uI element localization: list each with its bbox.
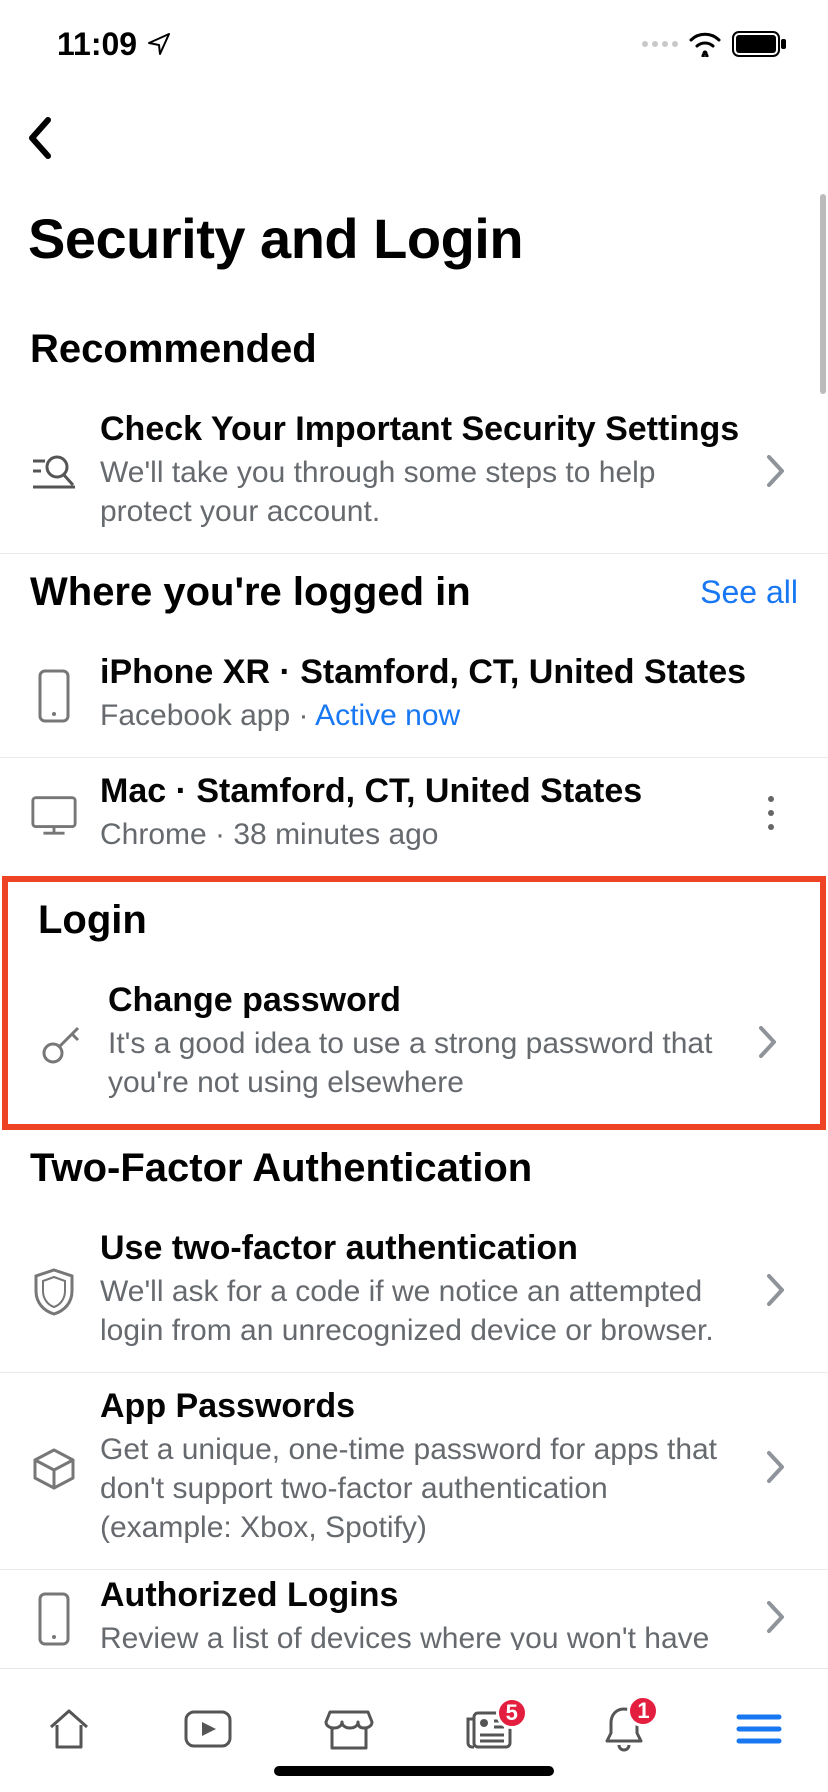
navigation-header bbox=[0, 88, 828, 188]
use-two-factor-row[interactable]: Use two-factor authentication We'll ask … bbox=[0, 1215, 828, 1373]
section-header-label: Login bbox=[38, 898, 147, 943]
tab-watch[interactable] bbox=[182, 1708, 234, 1750]
shield-icon bbox=[30, 1263, 78, 1317]
phone-icon bbox=[30, 1588, 78, 1646]
row-title: Check Your Important Security Settings bbox=[100, 410, 744, 449]
more-options-button[interactable] bbox=[766, 793, 798, 833]
session-status: Active now bbox=[315, 699, 460, 732]
location-arrow-icon bbox=[147, 32, 171, 56]
chevron-right-icon bbox=[766, 1600, 798, 1634]
login-session-mac[interactable]: Mac · Stamford, CT, United States Chrome… bbox=[0, 758, 828, 876]
section-header-label: Where you're logged in bbox=[30, 570, 471, 615]
cube-icon bbox=[30, 1442, 78, 1492]
authorized-logins-row[interactable]: Authorized Logins Review a list of devic… bbox=[0, 1570, 828, 1650]
back-button[interactable] bbox=[26, 117, 56, 159]
tab-home[interactable] bbox=[45, 1705, 93, 1753]
chevron-right-icon bbox=[758, 1025, 790, 1059]
notifications-badge: 1 bbox=[627, 1695, 659, 1727]
checklist-search-icon bbox=[30, 449, 78, 493]
session-app: Facebook app bbox=[100, 699, 290, 732]
status-bar: 11:09 bbox=[0, 0, 828, 88]
row-subtitle: Get a unique, one-time password for apps… bbox=[100, 1430, 744, 1547]
change-password-row[interactable]: Change password It's a good idea to use … bbox=[8, 967, 820, 1124]
highlight-annotation: Login Change password It's a good idea t… bbox=[2, 876, 826, 1130]
login-session-iphone[interactable]: iPhone XR · Stamford, CT, United States … bbox=[0, 639, 828, 758]
row-title: Authorized Logins bbox=[100, 1576, 744, 1615]
separator: · bbox=[290, 699, 315, 732]
page-title: Security and Login bbox=[0, 188, 828, 311]
section-header-label: Two-Factor Authentication bbox=[30, 1146, 532, 1191]
row-subtitle: Chrome · 38 minutes ago bbox=[100, 815, 744, 854]
row-subtitle: We'll take you through some steps to hel… bbox=[100, 453, 744, 531]
phone-icon bbox=[30, 665, 78, 723]
row-title: Change password bbox=[108, 981, 736, 1020]
row-title: App Passwords bbox=[100, 1387, 744, 1426]
check-security-settings-row[interactable]: Check Your Important Security Settings W… bbox=[0, 396, 828, 554]
desktop-icon bbox=[30, 790, 78, 836]
section-header-login: Login bbox=[8, 882, 820, 967]
app-passwords-row[interactable]: App Passwords Get a unique, one-time pas… bbox=[0, 1373, 828, 1570]
tab-news[interactable]: 5 bbox=[464, 1707, 514, 1751]
section-header-recommended: Recommended bbox=[0, 311, 828, 396]
chevron-right-icon bbox=[766, 1273, 798, 1307]
row-subtitle: We'll ask for a code if we notice an att… bbox=[100, 1272, 744, 1350]
key-icon bbox=[38, 1016, 86, 1068]
row-title: Mac · Stamford, CT, United States bbox=[100, 772, 744, 811]
row-subtitle: Facebook app · Active now bbox=[100, 696, 798, 735]
chevron-right-icon bbox=[766, 454, 798, 488]
content-scroll[interactable]: Security and Login Recommended Check You… bbox=[0, 188, 828, 1668]
row-title: Use two-factor authentication bbox=[100, 1229, 744, 1268]
tab-menu[interactable] bbox=[735, 1711, 783, 1747]
tab-marketplace[interactable] bbox=[324, 1706, 374, 1752]
section-header-label: Recommended bbox=[30, 327, 317, 372]
row-subtitle: Review a list of devices where you won't… bbox=[100, 1619, 744, 1650]
chevron-right-icon bbox=[766, 1450, 798, 1484]
row-title: iPhone XR · Stamford, CT, United States bbox=[100, 653, 798, 692]
battery-icon bbox=[732, 31, 788, 57]
section-header-where-logged-in: Where you're logged in See all bbox=[0, 554, 828, 639]
wifi-icon bbox=[688, 31, 722, 57]
news-badge: 5 bbox=[496, 1697, 528, 1729]
cellular-signal-icon bbox=[642, 41, 678, 47]
row-subtitle: It's a good idea to use a strong passwor… bbox=[108, 1024, 736, 1102]
time-label: 11:09 bbox=[57, 26, 137, 63]
see-all-link[interactable]: See all bbox=[700, 574, 798, 611]
section-header-two-factor: Two-Factor Authentication bbox=[0, 1130, 828, 1215]
tab-notifications[interactable]: 1 bbox=[603, 1705, 645, 1753]
home-indicator[interactable] bbox=[274, 1766, 554, 1776]
